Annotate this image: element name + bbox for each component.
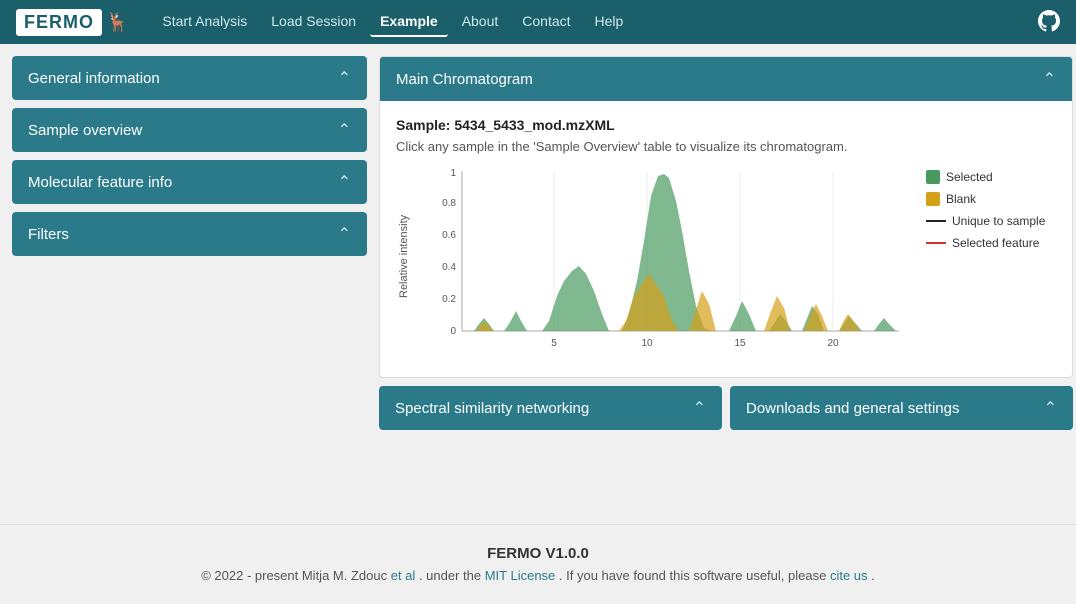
github-icon[interactable] — [1038, 10, 1060, 35]
svg-text:10: 10 — [641, 338, 653, 349]
legend-selected: Selected — [926, 170, 1056, 184]
nav-example[interactable]: Example — [370, 7, 448, 37]
navbar: FERMO 🦌 Start Analysis Load Session Exam… — [0, 0, 1076, 44]
main-layout: General information ⌃ Sample overview ⌃ … — [0, 44, 1076, 524]
chromatogram-header[interactable]: Main Chromatogram ⌃ — [380, 57, 1072, 101]
sidebar-filters-header[interactable]: Filters ⌃ — [12, 212, 367, 256]
legend-unique: Unique to sample — [926, 214, 1056, 228]
legend-selected-box — [926, 170, 940, 184]
downloads-settings-chevron-icon: ⌃ — [1044, 398, 1057, 418]
nav-help[interactable]: Help — [585, 7, 634, 37]
legend-blank-label: Blank — [946, 192, 976, 206]
logo[interactable]: FERMO 🦌 — [16, 9, 128, 36]
logo-text: FERMO — [16, 9, 102, 36]
footer-mit-link[interactable]: MIT License — [485, 568, 556, 583]
footer-title: FERMO V1.0.0 — [20, 545, 1056, 562]
chart-legend: Selected Blank Unique to sample Sel — [926, 166, 1056, 254]
nav-contact[interactable]: Contact — [512, 7, 580, 37]
footer-period: . — [871, 568, 875, 583]
downloads-settings-panel[interactable]: Downloads and general settings ⌃ — [730, 386, 1073, 430]
chevron-up-icon-2: ⌃ — [338, 120, 351, 140]
sidebar-filters[interactable]: Filters ⌃ — [12, 212, 367, 256]
footer-etal-link[interactable]: et al — [391, 568, 416, 583]
spectral-networking-panel[interactable]: Spectral similarity networking ⌃ — [379, 386, 722, 430]
chromatogram-chevron-icon: ⌃ — [1043, 69, 1056, 89]
footer-cite-link[interactable]: cite us — [830, 568, 868, 583]
chromatogram-body: Sample: 5434_5433_mod.mzXML Click any sa… — [380, 101, 1072, 377]
svg-text:0.2: 0.2 — [442, 294, 456, 305]
sidebar: General information ⌃ Sample overview ⌃ … — [12, 56, 367, 512]
sidebar-molecular-feature[interactable]: Molecular feature info ⌃ — [12, 160, 367, 204]
sidebar-sample-overview-title: Sample overview — [28, 122, 142, 139]
spectral-networking-chevron-icon: ⌃ — [693, 398, 706, 418]
svg-text:0.6: 0.6 — [442, 230, 456, 241]
navbar-links: Start Analysis Load Session Example Abou… — [152, 7, 1038, 37]
sidebar-general-information-title: General information — [28, 70, 160, 87]
sidebar-general-information[interactable]: General information ⌃ — [12, 56, 367, 100]
legend-selected-feature-line — [926, 242, 946, 244]
spectral-networking-title: Spectral similarity networking — [395, 400, 589, 417]
footer-credits: © 2022 - present Mitja M. Zdouc et al . … — [20, 568, 1056, 583]
chart-container: Relative intensity 0 0.2 0.4 0.6 — [396, 166, 1056, 361]
chart-svg: 0 0.2 0.4 0.6 0.8 1 5 10 15 20 — [424, 166, 914, 361]
legend-unique-line — [926, 220, 946, 222]
footer: FERMO V1.0.0 © 2022 - present Mitja M. Z… — [0, 524, 1076, 603]
y-axis-label: Relative intensity — [396, 166, 412, 346]
sidebar-sample-overview[interactable]: Sample overview ⌃ — [12, 108, 367, 152]
nav-load-session[interactable]: Load Session — [261, 7, 366, 37]
downloads-settings-title: Downloads and general settings — [746, 400, 959, 417]
legend-selected-feature-label: Selected feature — [952, 236, 1039, 250]
chromatogram-title: Main Chromatogram — [396, 71, 533, 88]
legend-unique-label: Unique to sample — [952, 214, 1045, 228]
footer-under: . under the — [419, 568, 481, 583]
sample-title: Sample: 5434_5433_mod.mzXML — [396, 117, 1056, 133]
chevron-up-icon-4: ⌃ — [338, 224, 351, 244]
chevron-up-icon: ⌃ — [338, 68, 351, 88]
main-chromatogram-panel: Main Chromatogram ⌃ Sample: 5434_5433_mo… — [379, 56, 1073, 378]
right-panel: Main Chromatogram ⌃ Sample: 5434_5433_mo… — [379, 56, 1073, 512]
legend-selected-feature: Selected feature — [926, 236, 1056, 250]
nav-start-analysis[interactable]: Start Analysis — [152, 7, 257, 37]
sidebar-general-information-header[interactable]: General information ⌃ — [12, 56, 367, 100]
nav-about[interactable]: About — [452, 7, 509, 37]
svg-text:0.8: 0.8 — [442, 198, 456, 209]
legend-blank-box — [926, 192, 940, 206]
bottom-panels: Spectral similarity networking ⌃ Downloa… — [379, 386, 1073, 430]
legend-blank: Blank — [926, 192, 1056, 206]
svg-text:0.4: 0.4 — [442, 262, 456, 273]
svg-text:1: 1 — [450, 168, 456, 179]
sample-label: Sample: — [396, 117, 450, 133]
sidebar-molecular-feature-title: Molecular feature info — [28, 174, 172, 191]
sample-name: 5434_5433_mod.mzXML — [454, 117, 614, 133]
svg-text:5: 5 — [551, 338, 557, 349]
logo-deer-icon: 🦌 — [106, 12, 128, 33]
svg-text:20: 20 — [827, 338, 839, 349]
sidebar-sample-overview-header[interactable]: Sample overview ⌃ — [12, 108, 367, 152]
chart-inner: 0 0.2 0.4 0.6 0.8 1 5 10 15 20 — [424, 166, 914, 361]
sidebar-filters-title: Filters — [28, 226, 69, 243]
sample-subtitle: Click any sample in the 'Sample Overview… — [396, 139, 1056, 154]
chevron-up-icon-3: ⌃ — [338, 172, 351, 192]
sidebar-molecular-feature-header[interactable]: Molecular feature info ⌃ — [12, 160, 367, 204]
svg-text:15: 15 — [734, 338, 746, 349]
footer-helpful: . If you have found this software useful… — [559, 568, 826, 583]
svg-text:0: 0 — [450, 326, 456, 337]
legend-selected-label: Selected — [946, 170, 993, 184]
footer-copyright: © 2022 - present Mitja M. Zdouc — [201, 568, 387, 583]
